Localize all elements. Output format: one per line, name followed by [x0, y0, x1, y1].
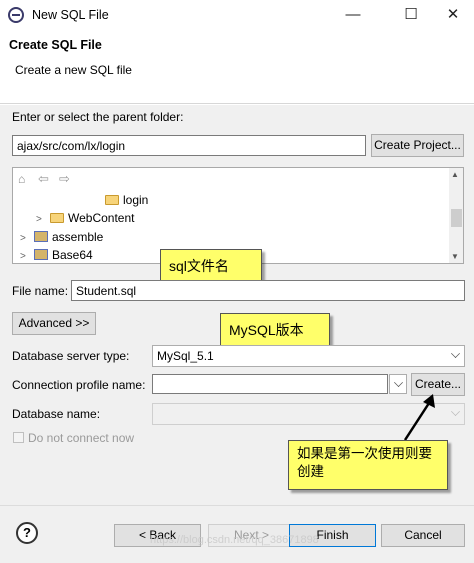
file-name-label: File name:	[12, 284, 69, 298]
chevron-down-icon	[451, 349, 460, 358]
scroll-up-icon[interactable]: ▲	[451, 170, 459, 179]
home-icon[interactable]: ⌂	[18, 172, 25, 186]
callout-mysql-version: MySQL版本	[220, 313, 330, 347]
folder-icon	[50, 213, 64, 223]
db-server-type-label: Database server type:	[12, 349, 130, 363]
scrollbar-thumb[interactable]	[451, 209, 462, 227]
scroll-down-icon[interactable]: ▼	[451, 252, 459, 261]
connection-profile-select[interactable]	[152, 374, 388, 394]
chevron-down-icon	[451, 407, 460, 416]
close-button[interactable]: ✕	[438, 5, 468, 25]
forward-arrow-icon[interactable]: ⇨	[59, 171, 70, 187]
arrow-head	[423, 394, 435, 408]
no-connect-label: Do not connect now	[28, 431, 135, 445]
no-connect-checkbox[interactable]	[13, 432, 24, 443]
cancel-button[interactable]: Cancel	[381, 524, 465, 547]
minimize-button[interactable]: —	[338, 5, 368, 25]
chevron-right-icon[interactable]: >	[20, 248, 30, 266]
chevron-right-icon[interactable]: >	[36, 211, 46, 229]
arrow-line	[403, 399, 433, 441]
back-arrow-icon[interactable]: ⇦	[38, 171, 49, 187]
window-title: New SQL File	[32, 8, 109, 22]
advanced-button[interactable]: Advanced >>	[12, 312, 96, 335]
callout-create-connection: 如果是第一次使用则要创建	[288, 440, 448, 490]
file-name-input[interactable]: Student.sql	[71, 280, 465, 301]
tree-item[interactable]: login	[105, 191, 148, 209]
folder-icon	[105, 195, 119, 205]
wizard-title: Create SQL File	[9, 38, 102, 52]
callout-filename: sql文件名	[160, 249, 262, 282]
maximize-button[interactable]: ☐	[396, 5, 426, 25]
tree-item[interactable]: > assemble	[20, 228, 103, 246]
project-icon	[34, 231, 48, 242]
eclipse-icon	[8, 7, 24, 23]
callout-arrow	[403, 394, 435, 441]
tree-item[interactable]: > Base64	[20, 246, 93, 264]
db-server-type-select[interactable]: MySql_5.1	[152, 345, 465, 367]
connection-profile-label: Connection profile name:	[12, 378, 146, 392]
parent-folder-input[interactable]: ajax/src/com/lx/login	[12, 135, 366, 156]
database-name-label: Database name:	[12, 407, 101, 421]
parent-folder-label: Enter or select the parent folder:	[12, 110, 184, 124]
watermark: https://blog.csdn.net/qq_38671898	[150, 534, 319, 546]
project-icon	[34, 249, 48, 260]
create-project-button[interactable]: Create Project...	[371, 134, 464, 157]
wizard-description: Create a new SQL file	[15, 63, 132, 77]
chevron-down-icon	[394, 378, 403, 387]
help-button[interactable]: ?	[16, 522, 38, 544]
tree-item[interactable]: > WebContent	[36, 209, 135, 227]
